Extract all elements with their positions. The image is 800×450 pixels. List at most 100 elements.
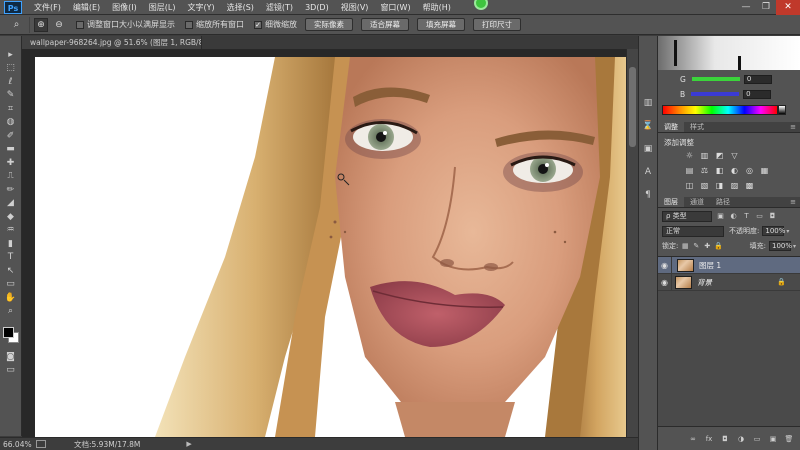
fill-arrow-icon[interactable]: ▾ xyxy=(793,243,796,250)
marquee-tool-icon[interactable]: ⬚ xyxy=(3,62,19,76)
vibrance-icon[interactable]: ▤ xyxy=(684,165,695,176)
scrollbar-thumb[interactable] xyxy=(629,67,636,147)
zoom-out-icon[interactable]: ⊖ xyxy=(52,18,66,32)
gradient-tool-icon[interactable]: ◢ xyxy=(3,197,19,211)
quick-mask-icon[interactable]: ◙ xyxy=(3,350,19,364)
vertical-scrollbar[interactable] xyxy=(626,49,638,437)
menu-window[interactable]: 窗口(W) xyxy=(374,2,416,13)
layer-thumbnail[interactable] xyxy=(675,275,692,289)
menu-3d[interactable]: 3D(D) xyxy=(299,3,335,12)
document-info-icon[interactable] xyxy=(36,440,46,448)
dodge-tool-icon[interactable]: ♒ xyxy=(3,224,19,238)
new-group-icon[interactable]: ▭ xyxy=(752,434,762,444)
menu-select[interactable]: 选择(S) xyxy=(221,2,260,13)
crop-tool-icon[interactable]: ⌗ xyxy=(3,102,19,116)
layer-row[interactable]: ◉ 图层 1 xyxy=(658,256,800,274)
color-spectrum[interactable] xyxy=(662,105,778,115)
menu-edit[interactable]: 编辑(E) xyxy=(67,2,106,13)
threshold-icon[interactable]: ◨ xyxy=(714,180,725,191)
menu-view[interactable]: 视图(V) xyxy=(335,2,375,13)
tab-paths[interactable]: 路径 xyxy=(710,197,736,207)
lock-transparent-icon[interactable]: ▦ xyxy=(681,242,689,250)
filter-shape-icon[interactable]: ▭ xyxy=(755,212,764,221)
brightness-icon[interactable]: ☼ xyxy=(684,150,695,161)
color-balance-icon[interactable]: ⚖ xyxy=(699,165,710,176)
layer-style-icon[interactable]: fx xyxy=(704,434,714,444)
shape-tool-icon[interactable]: ▭ xyxy=(3,278,19,292)
menu-filter[interactable]: 滤镜(T) xyxy=(260,2,299,13)
history-brush-tool-icon[interactable]: ⎍ xyxy=(3,170,19,184)
layer-filter-dropdown[interactable]: ρ 类型 xyxy=(662,210,712,222)
tab-channels[interactable]: 通道 xyxy=(684,197,710,207)
zoom-tool-preset-icon[interactable]: ⌕ xyxy=(4,16,30,33)
channel-mixer-icon[interactable]: ▦ xyxy=(759,165,770,176)
filter-type-icon[interactable]: T xyxy=(742,212,751,221)
tab-layers[interactable]: 图层 xyxy=(658,197,684,207)
delete-layer-icon[interactable]: 🗑 xyxy=(784,434,794,444)
layer-thumbnail[interactable] xyxy=(677,258,694,272)
visibility-eye-icon[interactable]: ◉ xyxy=(658,256,672,274)
blend-mode-dropdown[interactable]: 正常 xyxy=(662,225,724,237)
resize-windows-checkbox[interactable]: 调整窗口大小以满屏显示 xyxy=(76,19,175,30)
type-tool-icon[interactable]: T xyxy=(3,251,19,265)
pen-tool-icon[interactable]: ▮ xyxy=(3,237,19,251)
hand-tool-icon[interactable]: ✋ xyxy=(3,291,19,305)
foreground-color-swatch[interactable] xyxy=(2,327,14,338)
fill-screen-button[interactable]: 填充屏幕 xyxy=(417,18,465,31)
zoom-in-icon[interactable]: ⊕ xyxy=(34,17,48,32)
levels-icon[interactable]: ▥ xyxy=(699,150,710,161)
green-slider[interactable] xyxy=(691,77,740,81)
checkbox-box-checked[interactable]: ✓ xyxy=(254,20,262,29)
navigator-icon[interactable]: ▣ xyxy=(641,142,655,156)
canvas-area[interactable] xyxy=(22,49,638,437)
lock-all-icon[interactable]: 🔒 xyxy=(714,242,723,250)
fit-screen-button[interactable]: 适合屏幕 xyxy=(361,18,409,31)
filter-adjust-icon[interactable]: ◐ xyxy=(729,212,738,221)
zoom-tool-icon[interactable]: ⌕ xyxy=(3,305,19,319)
character-icon[interactable]: A xyxy=(641,165,655,179)
close-button[interactable]: ✕ xyxy=(776,0,800,15)
history-icon[interactable]: ⌛ xyxy=(641,119,655,133)
path-select-tool-icon[interactable]: ↖ xyxy=(3,264,19,278)
opacity-field[interactable]: 100% xyxy=(762,226,785,236)
lock-paint-icon[interactable]: ✎ xyxy=(692,242,700,250)
lock-move-icon[interactable]: ✚ xyxy=(703,242,711,250)
tab-adjustments[interactable]: 调整 xyxy=(658,122,684,132)
layer-name[interactable]: 图层 1 xyxy=(699,260,721,271)
quick-select-tool-icon[interactable]: ✎ xyxy=(3,89,19,103)
move-tool-icon[interactable]: ▸ xyxy=(3,48,19,62)
blue-slider[interactable] xyxy=(691,92,740,96)
opacity-arrow-icon[interactable]: ▾ xyxy=(786,228,789,235)
screen-mode-icon[interactable]: ▭ xyxy=(3,364,19,378)
document-tab[interactable]: wallpaper-968264.jpg @ 51.6% (图层 1, RGB/… xyxy=(22,36,202,49)
document-canvas[interactable] xyxy=(35,57,638,437)
posterize-icon[interactable]: ▧ xyxy=(699,180,710,191)
grayscale-ramp[interactable] xyxy=(778,105,786,115)
eyedropper-tool-icon[interactable]: ◍ xyxy=(3,116,19,130)
checkbox-box[interactable] xyxy=(185,20,193,29)
invert-icon[interactable]: ◫ xyxy=(684,180,695,191)
new-adjustment-icon[interactable]: ◑ xyxy=(736,434,746,444)
checkbox-box[interactable] xyxy=(76,20,84,29)
tab-styles[interactable]: 样式 xyxy=(684,122,710,132)
exposure-icon[interactable]: ▽ xyxy=(729,150,740,161)
healing-brush-tool-icon[interactable]: ✐ xyxy=(3,129,19,143)
add-mask-icon[interactable]: ◘ xyxy=(720,434,730,444)
lasso-tool-icon[interactable]: ℓ xyxy=(3,75,19,89)
hue-saturation-icon[interactable]: ◧ xyxy=(714,165,725,176)
print-size-button[interactable]: 打印尺寸 xyxy=(473,18,521,31)
selective-color-icon[interactable]: ▩ xyxy=(744,180,755,191)
clone-stamp-tool-icon[interactable]: ✚ xyxy=(3,156,19,170)
menu-file[interactable]: 文件(F) xyxy=(28,2,67,13)
status-menu-arrow-icon[interactable]: ▶ xyxy=(186,440,191,448)
scrubby-zoom-checkbox[interactable]: ✓ 细微缩放 xyxy=(254,19,297,30)
layer-row[interactable]: ◉ 背景 🔒 xyxy=(658,273,800,291)
menu-layer[interactable]: 图层(L) xyxy=(143,2,182,13)
fill-field[interactable]: 100% xyxy=(768,241,792,251)
menu-image[interactable]: 图像(I) xyxy=(106,2,143,13)
new-layer-icon[interactable]: ▣ xyxy=(768,434,778,444)
panel-menu-icon[interactable]: ≡ xyxy=(790,197,800,207)
visibility-eye-icon[interactable]: ◉ xyxy=(658,273,672,291)
histogram-icon[interactable]: ▥ xyxy=(641,96,655,110)
restore-button[interactable]: ❐ xyxy=(756,0,776,15)
